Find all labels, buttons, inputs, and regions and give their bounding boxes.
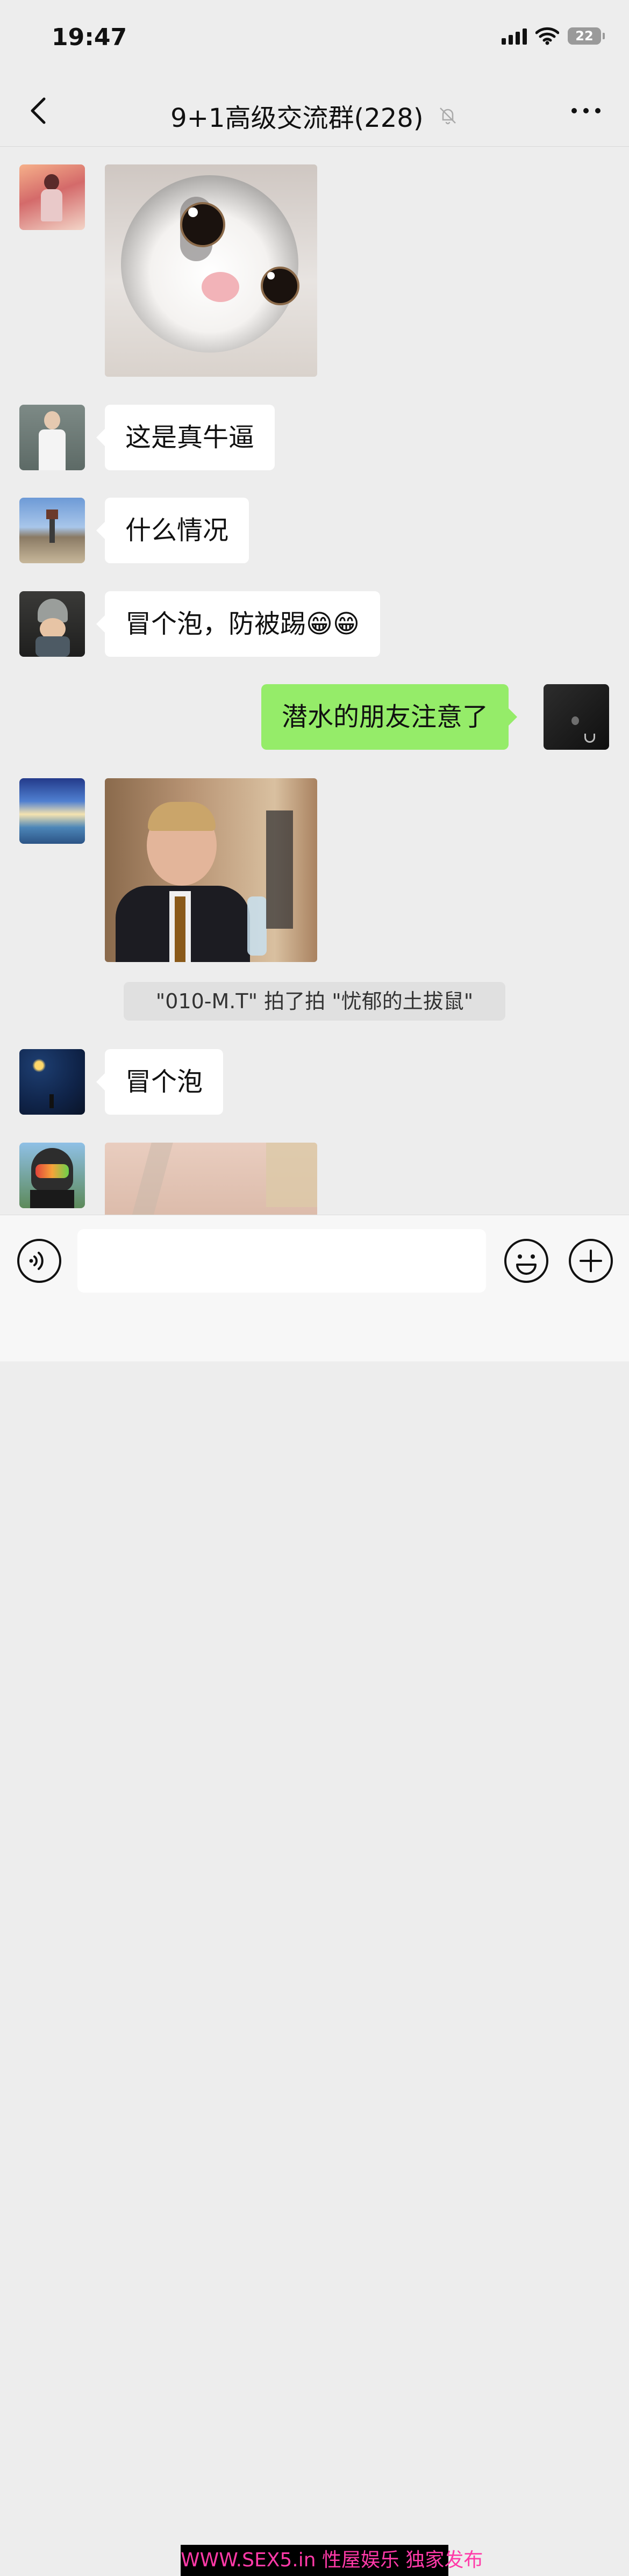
dark-umbrella-avatar[interactable] <box>544 684 609 750</box>
status-time: 19:47 <box>52 24 127 51</box>
watermark-banner: WWW.SEX5.in 性屋娱乐 独家发布 <box>181 2545 483 2576</box>
group-name: 9+1高级交流群(228) <box>170 103 424 133</box>
painted-sky-avatar[interactable] <box>19 778 85 844</box>
plus-icon[interactable] <box>568 1238 614 1284</box>
battery-indicator: 22 <box>568 27 605 45</box>
person-sunset-avatar[interactable] <box>19 164 85 230</box>
status-bar: 19:47 22 <box>0 0 629 75</box>
pat-system-notice: "010-M.T" 拍了拍 "忧郁的土拔鼠" <box>124 982 505 1021</box>
input-bar: WWW.SEX5.in 性屋娱乐 独家发布 <box>0 1215 629 2576</box>
own-message-bubble[interactable]: 潜水的朋友注意了 <box>261 684 518 750</box>
more-options-icon[interactable] <box>564 91 607 129</box>
plaza-avatar[interactable] <box>19 498 85 563</box>
wifi-icon <box>535 27 559 45</box>
muted-bell-icon <box>439 107 456 125</box>
emoji-icon[interactable] <box>503 1238 549 1284</box>
chat-title: 9+1高级交流群(228) <box>0 97 629 134</box>
message-bubble[interactable]: 冒个泡 <box>96 1049 224 1115</box>
helmet-baby-avatar[interactable] <box>19 591 85 657</box>
message-bubble[interactable]: 这是真牛逼 <box>96 405 275 470</box>
message-bubble[interactable]: 冒个泡，防被踢😁😁 <box>96 591 381 657</box>
young-man-avatar[interactable] <box>19 405 85 470</box>
voice-input-icon[interactable] <box>16 1238 62 1284</box>
message-list[interactable]: 这是真牛逼 什么情况 冒个泡，防被踢😁😁 潜水的朋友注意了 "010-M.T" … <box>0 147 629 1215</box>
cat-closeup-sticker[interactable] <box>105 164 317 377</box>
message-bubble[interactable]: 什么情况 <box>96 498 249 563</box>
partial-photo-sticker[interactable] <box>105 1143 317 1215</box>
motorcycle-helmet-avatar[interactable] <box>19 1143 85 1208</box>
message-input[interactable] <box>77 1229 486 1293</box>
man-with-water-bottle-sticker[interactable] <box>105 778 317 962</box>
cellular-signal-icon <box>502 27 527 45</box>
chat-header: 9+1高级交流群(228) <box>0 75 629 147</box>
status-icons: 22 <box>502 27 605 45</box>
starry-night-avatar[interactable] <box>19 1049 85 1115</box>
